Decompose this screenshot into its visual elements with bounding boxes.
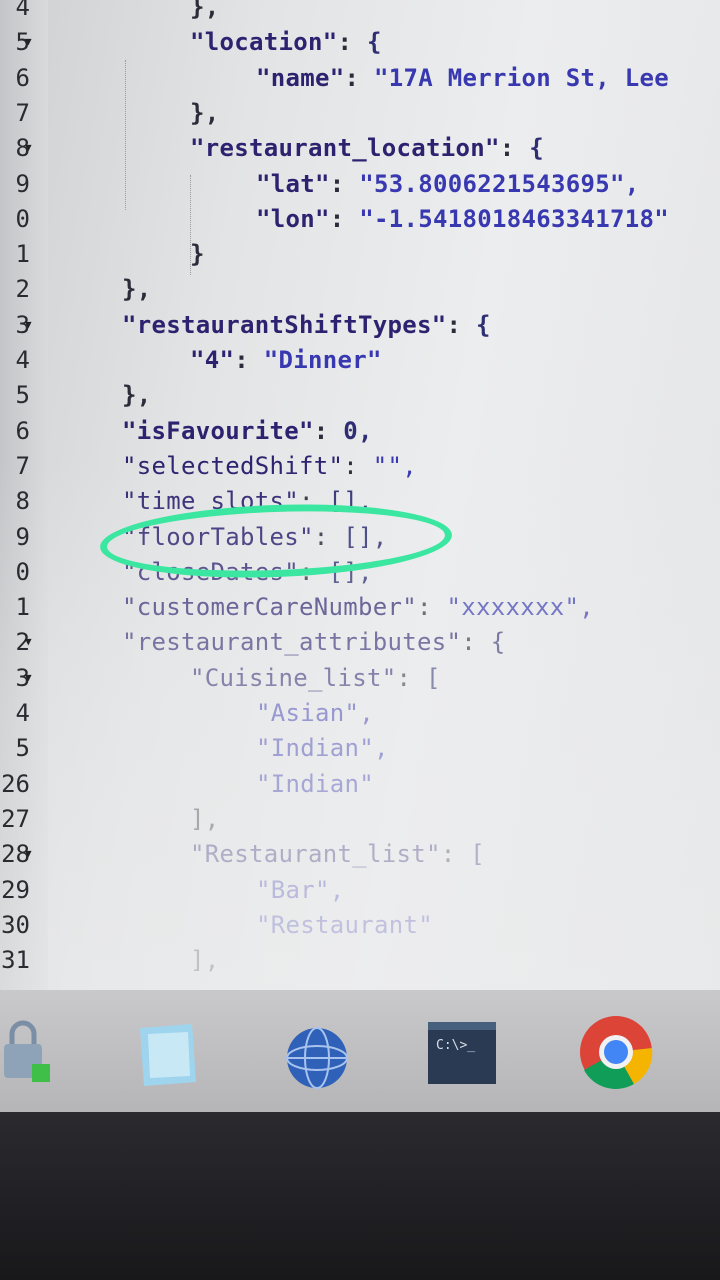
code-line[interactable]: ], [190, 804, 220, 834]
lock-icon[interactable] [0, 1020, 70, 1090]
line-number: 2 [15, 275, 30, 304]
terminal-label: C:\>_ [436, 1038, 476, 1053]
line-number: 0 [15, 557, 30, 586]
line-number: 5 [15, 381, 30, 410]
fold-arrow-icon[interactable]: ▼ [25, 839, 32, 869]
line-number: 1 [15, 593, 30, 622]
globe-icon[interactable] [282, 1020, 352, 1090]
code-line[interactable]: }, [190, 0, 220, 22]
code-line[interactable]: "name": "17A Merrion St, Lee [256, 63, 669, 93]
code-line[interactable]: ], [190, 945, 220, 975]
fold-arrow-icon[interactable]: ▼ [25, 310, 32, 340]
editor-screen: }, "location": { "name": "17A Merrion St, … [0, 0, 720, 1000]
line-number: 0 [15, 204, 30, 233]
code-line[interactable]: "location": { [190, 27, 382, 57]
line-number: 5 [15, 734, 30, 763]
code-line[interactable]: "Indian", [256, 733, 389, 763]
line-number: 4 [15, 699, 30, 727]
taskbar: C:\>_ [0, 990, 720, 1115]
line-number: 7 [15, 98, 30, 127]
fold-arrow-icon[interactable]: ▼ [25, 627, 32, 657]
code-line[interactable]: "Indian" [256, 769, 374, 799]
line-number: 4 [15, 0, 30, 21]
code-line[interactable]: "Restaurant_list": [ [190, 839, 485, 869]
code-line[interactable]: "selectedShift": "", [122, 451, 417, 481]
code-line[interactable]: "lon": "-1.5418018463341718" [256, 204, 669, 234]
code-line[interactable]: "Cuisine_list": [ [190, 663, 441, 693]
fold-arrow-icon[interactable]: ▼ [25, 133, 32, 163]
code-line[interactable]: }, [190, 98, 220, 128]
code-line[interactable]: "lat": "53.8006221543695", [256, 169, 640, 199]
indent-guide [190, 175, 191, 275]
code-line[interactable]: "4": "Dinner" [190, 345, 382, 375]
indent-guide [125, 60, 126, 210]
code-line[interactable]: "restaurant_location": { [190, 133, 544, 163]
code-line[interactable]: "Bar", [256, 875, 345, 905]
code-line[interactable]: "customerCareNumber": "xxxxxxx", [122, 592, 594, 622]
line-number: 8 [15, 487, 30, 516]
line-number: 9 [15, 522, 30, 551]
code-line[interactable]: "restaurantShiftTypes": { [122, 310, 491, 340]
line-number: 26 [1, 769, 30, 798]
line-number: 27 [1, 804, 30, 833]
line-number: 31 [1, 946, 30, 975]
fold-arrow-icon[interactable]: ▼ [25, 663, 32, 693]
line-number: 4 [15, 346, 30, 374]
line-number: 1 [15, 240, 30, 269]
line-number: 9 [15, 169, 30, 198]
code-line[interactable]: "isFavourite": 0, [122, 416, 373, 446]
line-number: 7 [15, 451, 30, 480]
monitor-bezel [0, 1112, 720, 1280]
code-line[interactable]: "Asian", [256, 698, 374, 728]
line-number: 29 [1, 875, 30, 904]
fold-arrow-icon[interactable]: ▼ [25, 27, 32, 57]
code-line[interactable]: }, [122, 274, 152, 304]
code-line[interactable]: }, [122, 380, 152, 410]
code-line[interactable]: "Restaurant" [256, 910, 433, 940]
line-number: 6 [15, 63, 30, 92]
line-number: 30 [1, 910, 30, 939]
line-number: 6 [15, 416, 30, 445]
chrome-icon[interactable] [576, 1012, 656, 1092]
code-line[interactable]: "restaurant_attributes": { [122, 627, 505, 657]
terminal-icon[interactable]: C:\>_ [428, 1020, 496, 1090]
code-line[interactable]: } [190, 239, 205, 269]
notes-icon[interactable] [130, 1020, 200, 1090]
